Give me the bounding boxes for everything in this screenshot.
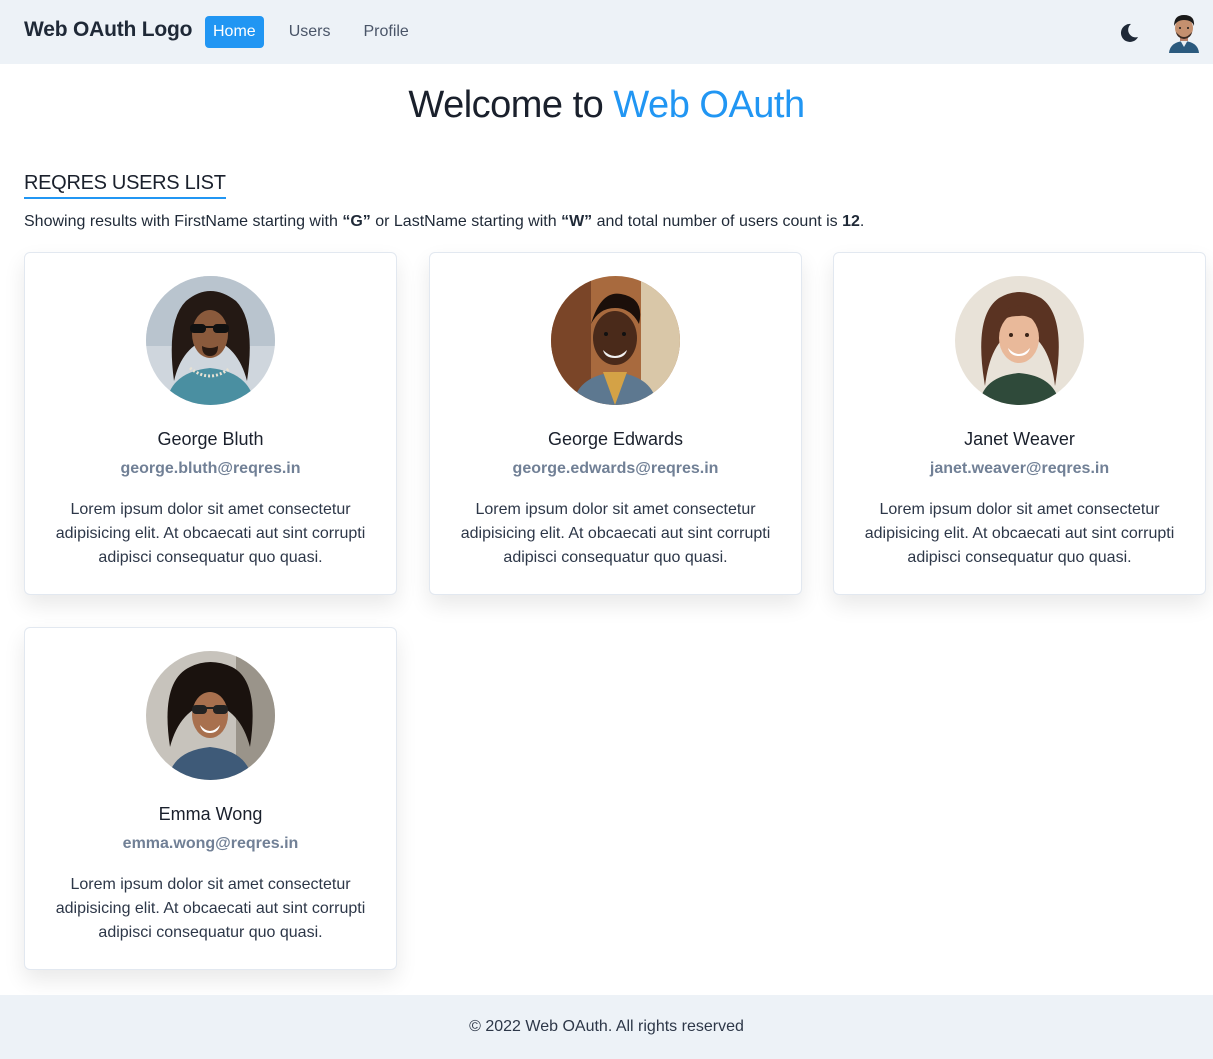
nav-link-profile[interactable]: Profile: [355, 16, 416, 48]
user-email[interactable]: emma.wong@reqres.in: [25, 835, 396, 853]
results-summary: Showing results with FirstName starting …: [24, 213, 865, 230]
moon-icon[interactable]: [1116, 20, 1142, 46]
avatar: [551, 276, 680, 405]
avatar: [955, 276, 1084, 405]
logo[interactable]: Web OAuth Logo: [24, 18, 192, 42]
footer-text: © 2022 Web OAuth. All rights reserved: [469, 1018, 744, 1035]
user-name: George Edwards: [547, 429, 684, 449]
nav-links: Home Users Profile: [205, 16, 434, 48]
section-title: REQRES USERS LIST: [24, 172, 226, 199]
user-card: Janet Weaver janet.weaver@reqres.in Lore…: [833, 252, 1206, 595]
user-name: George Bluth: [157, 429, 264, 449]
navbar: Web OAuth Logo Home Users Profile: [0, 0, 1213, 64]
page-title: Welcome to Web OAuth: [0, 84, 1213, 127]
nav-link-users[interactable]: Users: [281, 16, 339, 48]
title-prefix: Welcome to: [408, 84, 614, 126]
user-avatar-icon[interactable]: [1165, 11, 1203, 53]
user-email[interactable]: janet.weaver@reqres.in: [834, 460, 1205, 478]
avatar: [146, 276, 275, 405]
user-bio: Lorem ipsum dolor sit amet consectetur a…: [460, 501, 771, 566]
user-bio: Lorem ipsum dolor sit amet consectetur a…: [55, 501, 366, 566]
footer: © 2022 Web OAuth. All rights reserved: [0, 995, 1213, 1059]
nav-link-home[interactable]: Home: [205, 16, 264, 48]
user-name: Janet Weaver: [964, 429, 1075, 449]
user-card: Emma Wong emma.wong@reqres.in Lorem ipsu…: [24, 627, 397, 970]
user-bio: Lorem ipsum dolor sit amet consectetur a…: [864, 501, 1175, 566]
avatar: [146, 651, 275, 780]
user-bio: Lorem ipsum dolor sit amet consectetur a…: [55, 876, 366, 941]
user-name: Emma Wong: [158, 804, 263, 824]
user-card: George Bluth george.bluth@reqres.in Lore…: [24, 252, 397, 595]
user-email[interactable]: george.edwards@reqres.in: [430, 460, 801, 478]
user-card: George Edwards george.edwards@reqres.in …: [429, 252, 802, 595]
user-email[interactable]: george.bluth@reqres.in: [25, 460, 396, 478]
title-accent: Web OAuth: [613, 84, 805, 126]
